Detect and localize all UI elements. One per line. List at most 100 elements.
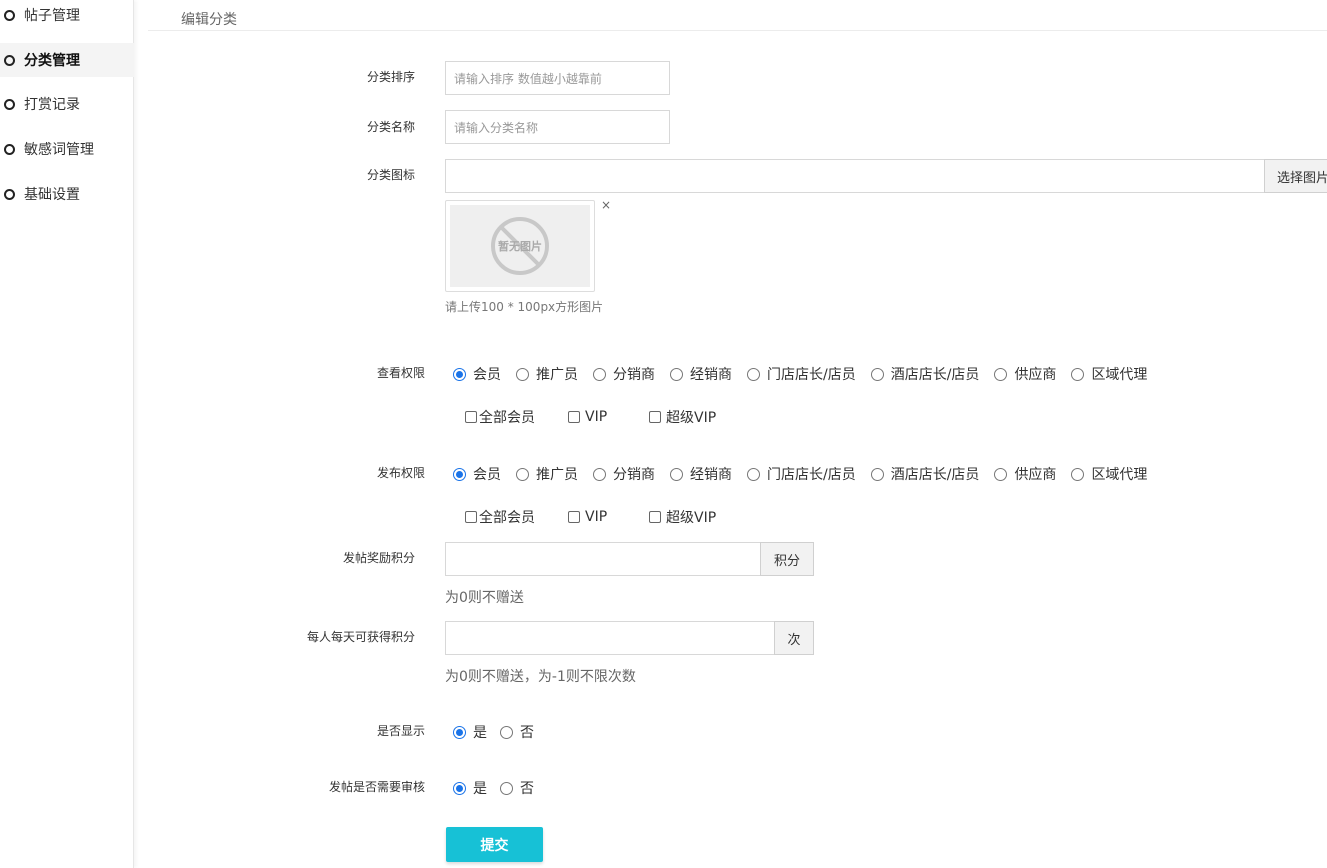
option-label: VIP (585, 409, 608, 425)
option-label: 全部会员 (479, 510, 535, 526)
post-perm-option[interactable]: 酒店店长/店员 (870, 464, 980, 484)
sidebar-item-rewards[interactable]: 打赏记录 (0, 87, 134, 121)
page-title: 编辑分类 (181, 12, 237, 28)
daily-hint: 为0则不赠送，为-1则不限次数 (445, 669, 636, 685)
view-perm-option[interactable]: 酒店店长/店员 (870, 364, 979, 384)
option-label: 区域代理 (1091, 467, 1148, 483)
option-label: 会员 (473, 467, 501, 483)
audit-radios: 是 否 (453, 778, 549, 798)
reward-input[interactable] (445, 542, 761, 576)
post-perm-option[interactable]: 会员 (453, 464, 501, 484)
post-perm-option[interactable]: 推广员 (516, 464, 578, 484)
option-label: 经销商 (690, 367, 732, 383)
sidebar-item-posts[interactable]: 帖子管理 (0, 0, 134, 32)
sidebar-item-label: 帖子管理 (24, 8, 80, 24)
radio-icon (500, 725, 513, 739)
post-level-option[interactable]: VIP (568, 509, 649, 525)
post-perm-option[interactable]: 分销商 (593, 464, 655, 484)
page: 帖子管理 分类管理 打赏记录 敏感词管理 基础设置 编辑分类 分类排序 请输入排… (0, 0, 1327, 868)
radio-icon (870, 367, 884, 381)
select-image-button[interactable]: 选择图片 (1264, 159, 1327, 193)
radio-icon (593, 367, 606, 381)
option-label: 分销商 (613, 367, 655, 383)
remove-image-icon[interactable]: × (601, 198, 611, 212)
radio-icon (453, 367, 466, 381)
checkbox-icon (568, 411, 580, 423)
post-perm-option[interactable]: 供应商 (994, 464, 1056, 484)
post-level-option[interactable]: 全部会员 (465, 507, 568, 527)
option-label: 是 (473, 781, 487, 797)
radio-icon (870, 467, 884, 481)
post-level-checks: 全部会员 VIP 超级VIP (465, 507, 716, 527)
post-perm-option[interactable]: 区域代理 (1071, 464, 1147, 484)
option-label: 推广员 (536, 367, 578, 383)
sort-input[interactable]: 请输入排序 数值越小越靠前 (445, 61, 670, 95)
checkbox-icon (649, 411, 661, 423)
view-perm-option[interactable]: 供应商 (994, 364, 1056, 384)
title-divider (148, 30, 1327, 31)
view-perm-option[interactable]: 区域代理 (1071, 364, 1147, 384)
circle-icon (4, 98, 15, 110)
sort-label: 分类排序 (366, 70, 415, 84)
submit-button[interactable]: 提交 (446, 827, 543, 862)
show-no-option[interactable]: 否 (500, 722, 534, 742)
radio-icon (453, 467, 466, 481)
icon-path-input[interactable] (445, 159, 1265, 193)
option-label: 供应商 (1014, 367, 1057, 383)
sidebar-item-label: 打赏记录 (24, 97, 80, 113)
sidebar-item-settings[interactable]: 基础设置 (0, 177, 134, 211)
post-perm-radios: 会员 推广员 分销商 经销商 门店店长/店员 酒店店长/店员 供应商 区域代理 (453, 464, 1162, 484)
show-yes-option[interactable]: 是 (453, 722, 487, 742)
view-level-option[interactable]: 全部会员 (465, 407, 568, 427)
option-label: 门店店长/店员 (767, 467, 856, 483)
checkbox-icon (568, 511, 580, 523)
audit-no-option[interactable]: 否 (500, 778, 534, 798)
sidebar-item-label: 敏感词管理 (24, 142, 94, 158)
name-input[interactable]: 请输入分类名称 (445, 110, 670, 144)
audit-yes-option[interactable]: 是 (453, 778, 487, 798)
image-preview: 暂无图片 (445, 200, 595, 292)
radio-icon (453, 725, 466, 739)
sidebar-item-label: 基础设置 (24, 187, 80, 203)
daily-input[interactable] (445, 621, 775, 655)
view-perm-label: 查看权限 (376, 366, 425, 380)
option-label: 门店店长/店员 (767, 367, 856, 383)
option-label: 超级VIP (666, 410, 717, 426)
view-perm-option[interactable]: 门店店长/店员 (747, 364, 856, 384)
checkbox-icon (465, 411, 477, 423)
radio-icon (1071, 367, 1085, 381)
option-label: 酒店店长/店员 (890, 467, 980, 483)
post-perm-option[interactable]: 经销商 (670, 464, 732, 484)
view-perm-radios: 会员 推广员 分销商 经销商 门店店长/店员 酒店店长/店员 供应商 区域代理 (453, 364, 1162, 384)
circle-icon (4, 9, 15, 21)
no-image-text: 暂无图片 (498, 240, 542, 253)
view-perm-option[interactable]: 分销商 (593, 364, 655, 384)
option-label: 否 (520, 781, 534, 797)
reward-unit: 积分 (760, 542, 814, 576)
sidebar: 帖子管理 分类管理 打赏记录 敏感词管理 基础设置 (0, 0, 134, 868)
post-perm-option[interactable]: 门店店长/店员 (747, 464, 856, 484)
view-level-option[interactable]: 超级VIP (649, 407, 716, 427)
view-perm-option[interactable]: 经销商 (670, 364, 732, 384)
sidebar-item-categories[interactable]: 分类管理 (0, 43, 134, 77)
post-perm-label: 发布权限 (376, 466, 425, 480)
option-label: 否 (520, 725, 534, 741)
radio-icon (500, 781, 513, 795)
option-label: 分销商 (613, 467, 655, 483)
view-perm-option[interactable]: 推广员 (516, 364, 578, 384)
post-level-option[interactable]: 超级VIP (649, 507, 716, 527)
icon-label: 分类图标 (366, 168, 415, 182)
sidebar-item-sensitive-words[interactable]: 敏感词管理 (0, 132, 134, 166)
view-level-option[interactable]: VIP (568, 409, 649, 425)
radio-icon (747, 367, 760, 381)
option-label: 经销商 (690, 467, 732, 483)
radio-icon (994, 467, 1008, 481)
show-label: 是否显示 (376, 724, 425, 738)
option-label: 会员 (473, 367, 501, 383)
radio-icon (453, 781, 466, 795)
daily-unit: 次 (774, 621, 814, 655)
view-perm-option[interactable]: 会员 (453, 364, 501, 384)
reward-label: 发帖奖励积分 (342, 551, 415, 565)
checkbox-icon (465, 511, 477, 523)
option-label: 是 (473, 725, 487, 741)
